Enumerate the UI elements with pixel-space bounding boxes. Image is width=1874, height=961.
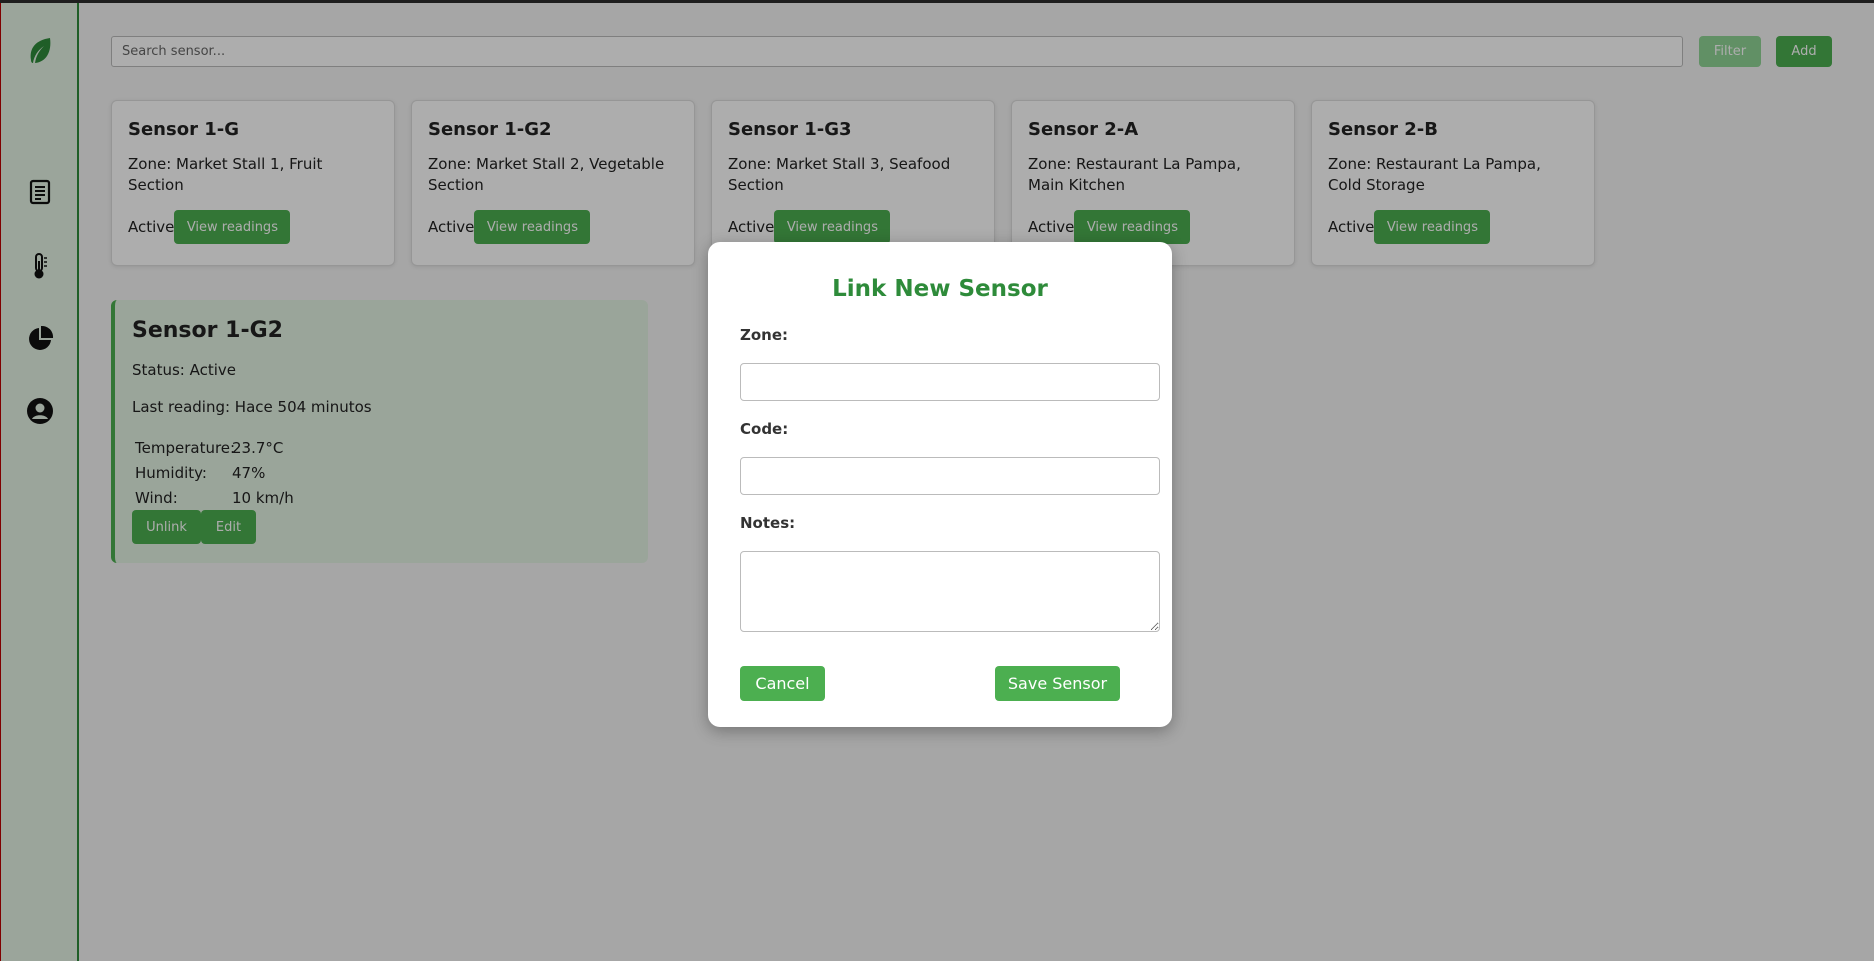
notes-label: Notes: (740, 514, 796, 532)
cancel-button[interactable]: Cancel (740, 666, 825, 701)
modal-title: Link New Sensor (832, 276, 1048, 302)
window-top-border (0, 0, 1874, 3)
code-label: Code: (740, 420, 789, 438)
save-sensor-button[interactable]: Save Sensor (995, 666, 1120, 701)
link-sensor-modal: Link New Sensor Zone: Code: Notes: Cance… (708, 242, 1172, 727)
zone-input[interactable] (740, 363, 1160, 401)
zone-label: Zone: (740, 326, 789, 344)
notes-textarea[interactable] (740, 551, 1160, 632)
code-input[interactable] (740, 457, 1160, 495)
